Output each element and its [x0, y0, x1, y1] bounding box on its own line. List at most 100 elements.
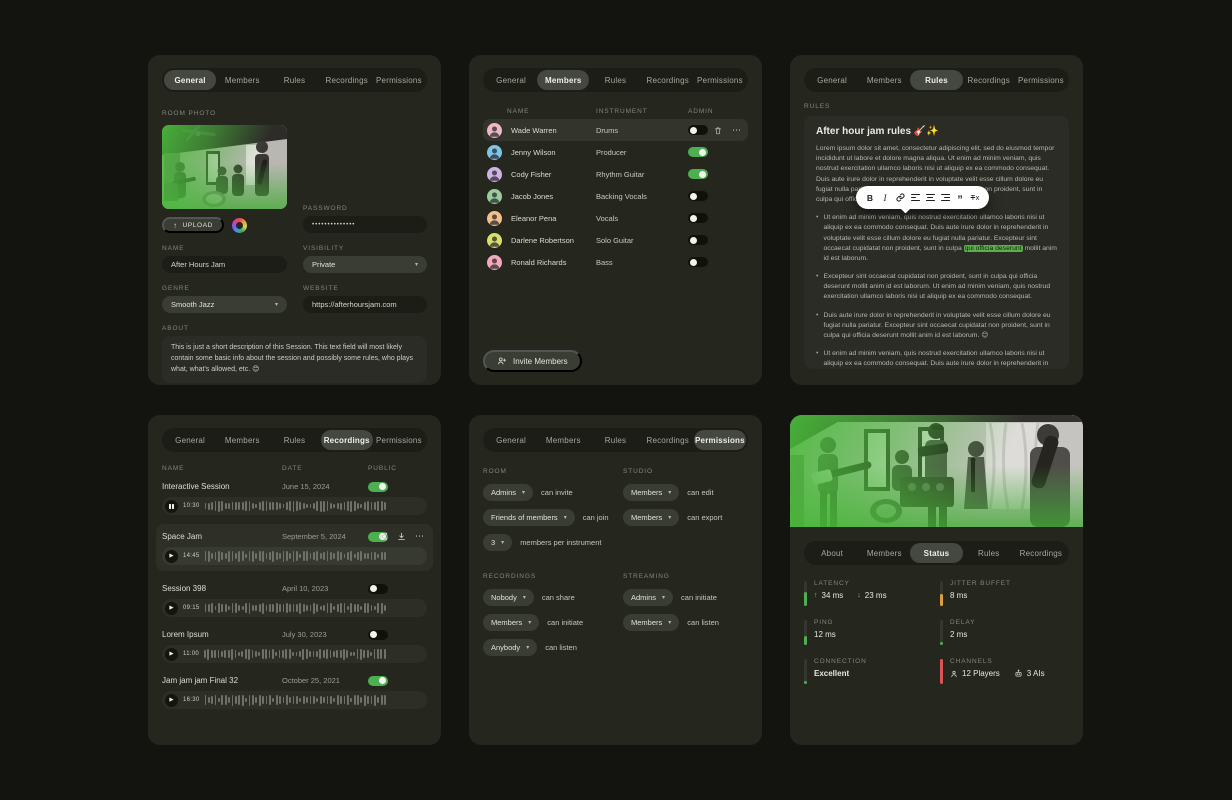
metric-label: PING: [814, 619, 940, 626]
website-field[interactable]: https://afterhoursjam.com: [303, 296, 427, 313]
tab-rules[interactable]: Rules: [589, 430, 641, 450]
tab-general[interactable]: General: [164, 70, 216, 90]
rules-editor[interactable]: After hour jam rules 🎸✨ Lorem ipsum dolo…: [804, 116, 1069, 369]
quote-icon[interactable]: ”: [953, 191, 967, 205]
upload-button[interactable]: ↑ UPLOAD: [162, 217, 224, 233]
delay-meter: [940, 620, 943, 645]
tab-recordings[interactable]: Recordings: [963, 70, 1015, 90]
public-toggle[interactable]: [368, 584, 388, 594]
admin-toggle[interactable]: [688, 235, 708, 245]
admin-toggle[interactable]: [688, 191, 708, 201]
member-name: Ronald Richards: [511, 258, 596, 267]
waveform[interactable]: [204, 649, 419, 660]
member-row[interactable]: Eleanor Pena Vocals: [483, 207, 748, 229]
admin-toggle[interactable]: [688, 213, 708, 223]
permission-dropdown[interactable]: Nobody ▾: [483, 589, 534, 606]
recording-row[interactable]: Session 398 April 10, 2023 ▶ 09:15: [162, 580, 427, 617]
align-center-icon[interactable]: [923, 191, 937, 205]
tab-permissions[interactable]: Permissions: [694, 430, 746, 450]
clear-format-icon[interactable]: Tx: [968, 191, 982, 205]
name-field[interactable]: After Hours Jam: [162, 256, 287, 273]
tab-general[interactable]: General: [164, 430, 216, 450]
link-icon[interactable]: [893, 191, 907, 205]
password-field[interactable]: ••••••••••••••: [303, 216, 427, 233]
public-toggle[interactable]: [368, 630, 388, 640]
tab-members[interactable]: Members: [537, 70, 589, 90]
permission-dropdown[interactable]: Members ▾: [623, 484, 679, 501]
tab-rules[interactable]: Rules: [268, 430, 320, 450]
tab-general[interactable]: General: [485, 430, 537, 450]
tab-general[interactable]: General: [485, 70, 537, 90]
tab-general[interactable]: General: [806, 70, 858, 90]
align-right-icon[interactable]: [938, 191, 952, 205]
permission-dropdown[interactable]: Members ▾: [623, 614, 679, 631]
permission-dropdown[interactable]: Anybody ▾: [483, 639, 537, 656]
trash-icon[interactable]: [714, 126, 722, 135]
member-row[interactable]: Jenny Wilson Producer: [483, 141, 748, 163]
tab-recordings[interactable]: Recordings: [321, 70, 373, 90]
tab-rules[interactable]: Rules: [589, 70, 641, 90]
tab-about[interactable]: About: [806, 543, 858, 563]
play-button[interactable]: ▶: [165, 694, 178, 707]
align-left-icon[interactable]: [908, 191, 922, 205]
tab-members[interactable]: Members: [537, 430, 589, 450]
member-row[interactable]: Wade Warren Drums ⋯: [483, 119, 748, 141]
public-toggle[interactable]: [368, 676, 388, 686]
pause-button[interactable]: [165, 500, 178, 513]
invite-members-button[interactable]: Invite Members: [483, 350, 582, 372]
admin-toggle[interactable]: [688, 257, 708, 267]
color-wheel-icon[interactable]: [232, 218, 247, 233]
permission-dropdown[interactable]: Admins ▾: [483, 484, 533, 501]
permission-dropdown[interactable]: Members ▾: [483, 614, 539, 631]
tab-members[interactable]: Members: [216, 70, 268, 90]
visibility-dropdown[interactable]: Private ▾: [303, 256, 427, 273]
member-row[interactable]: Jacob Jones Backing Vocals: [483, 185, 748, 207]
play-button[interactable]: ▶: [165, 648, 178, 661]
admin-toggle[interactable]: [688, 125, 708, 135]
tab-recordings[interactable]: Recordings: [321, 430, 373, 450]
recording-row[interactable]: Interactive Session June 15, 2024 10:30: [162, 478, 427, 515]
recording-row[interactable]: Space Jam September 5, 2024 ⋯ ▶ 14:45: [156, 524, 433, 571]
about-textarea[interactable]: This is just a short description of this…: [162, 336, 427, 383]
member-row[interactable]: Cody Fisher Rhythm Guitar: [483, 163, 748, 185]
more-options-icon[interactable]: ⋯: [415, 531, 425, 542]
download-icon[interactable]: [397, 532, 406, 541]
tab-rules[interactable]: Rules: [963, 543, 1015, 563]
recording-row[interactable]: Lorem Ipsum July 30, 2023 ▶ 11:00: [162, 626, 427, 663]
play-button[interactable]: ▶: [165, 602, 178, 615]
play-button[interactable]: ▶: [165, 550, 178, 563]
bold-icon[interactable]: B: [863, 191, 877, 205]
italic-icon[interactable]: I: [878, 191, 892, 205]
rules-bullet: Excepteur sint occaecat cupidatat non pr…: [816, 272, 1057, 303]
tab-permissions[interactable]: Permissions: [1015, 70, 1067, 90]
tab-permissions[interactable]: Permissions: [373, 70, 425, 90]
tab-rules[interactable]: Rules: [910, 70, 962, 90]
recording-row[interactable]: Jam jam jam Final 32 October 25, 2021 ▶ …: [162, 672, 427, 709]
tab-rules[interactable]: Rules: [268, 70, 320, 90]
waveform[interactable]: [205, 695, 419, 706]
tab-status[interactable]: Status: [910, 543, 962, 563]
tab-recordings[interactable]: Recordings: [642, 70, 694, 90]
member-row[interactable]: Darlene Robertson Solo Guitar: [483, 229, 748, 251]
member-row[interactable]: Ronald Richards Bass: [483, 251, 748, 273]
tab-recordings[interactable]: Recordings: [642, 430, 694, 450]
tab-members[interactable]: Members: [216, 430, 268, 450]
tab-recordings[interactable]: Recordings: [1015, 543, 1067, 563]
tab-permissions[interactable]: Permissions: [694, 70, 746, 90]
permission-dropdown[interactable]: 3 ▾: [483, 534, 512, 551]
permission-dropdown[interactable]: Admins ▾: [623, 589, 673, 606]
waveform[interactable]: [205, 603, 419, 614]
public-toggle[interactable]: [368, 482, 388, 492]
admin-toggle[interactable]: [688, 169, 708, 179]
permission-dropdown[interactable]: Friends of members ▾: [483, 509, 575, 526]
tab-members[interactable]: Members: [858, 70, 910, 90]
admin-toggle[interactable]: [688, 147, 708, 157]
genre-dropdown[interactable]: Smooth Jazz ▾: [162, 296, 287, 313]
share-icon[interactable]: [379, 532, 388, 541]
tab-permissions[interactable]: Permissions: [373, 430, 425, 450]
more-options-icon[interactable]: ⋯: [732, 125, 742, 136]
tab-members[interactable]: Members: [858, 543, 910, 563]
permission-dropdown[interactable]: Members ▾: [623, 509, 679, 526]
waveform[interactable]: [205, 551, 419, 562]
waveform[interactable]: [205, 501, 419, 512]
